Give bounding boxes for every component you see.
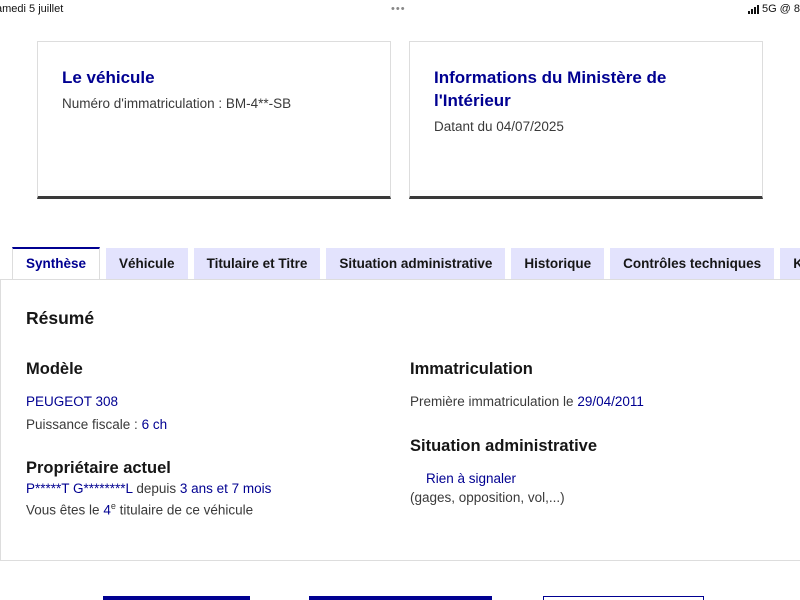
situation-detail: (gages, opposition, vol,...) [410,490,565,505]
status-extra: @ 8 [779,3,800,15]
tab-historique[interactable]: Historique [511,248,605,280]
situation-status: Rien à signaler [426,471,517,486]
ministry-date: Datant du 04/07/2025 [434,119,564,134]
owner-since-value: 3 ans et 7 mois [179,481,272,496]
fiscal-power-label: Puissance fiscale : [26,417,142,432]
titulaire-suffix: titulaire de ce véhicule [115,502,254,518]
titulaire-line: Vous êtes le 4e titulaire de ce véhicule [26,501,253,518]
owner-heading: Propriétaire actuel [26,459,171,477]
resume-heading: Résumé [26,308,95,328]
tab-vehicule[interactable]: Véhicule [106,248,188,280]
titulaire-prefix: Vous êtes le [26,502,104,518]
owner-line: P*****T G********L depuis 3 ans et 7 moi… [26,481,271,496]
bottom-secondary-button[interactable] [543,596,704,600]
bottom-primary-button-1[interactable] [103,596,250,600]
first-registration-label: Première immatriculation le [410,394,578,409]
model-name: PEUGEOT 308 [26,394,119,409]
fiscal-power: Puissance fiscale : 6 ch [26,417,167,432]
synthese-panel: Résumé Modèle PEUGEOT 308 Puissance fisc… [0,279,800,561]
ministry-title-line1: Informations du Ministère de [434,68,667,87]
owner-name: P*****T G********L [26,481,133,496]
signal-strength-icon [747,4,759,14]
owner-since-label: depuis [132,481,180,496]
ministry-title-line2: l'Intérieur [434,91,511,110]
situation-heading: Situation administrative [410,437,598,455]
fiscal-power-value: 6 ch [141,417,168,432]
registration-number: Numéro d'immatriculation : BM-4**-SB [62,96,292,111]
tab-situation-administrative[interactable]: Situation administrative [326,248,506,280]
bottom-primary-button-2[interactable] [309,596,492,600]
tab-list: Synthèse Véhicule Titulaire et Titre Sit… [12,247,800,280]
titulaire-rank: 4 [103,502,111,518]
status-date: amedi 5 juillet [0,3,64,15]
ministry-card-title: Informations du Ministère de l'Intérieur [434,66,738,112]
tab-synthese[interactable]: Synthèse [12,247,101,280]
vehicle-card-title: Le véhicule [62,68,155,87]
tab-controles-techniques[interactable]: Contrôles techniques [610,248,775,280]
modele-heading: Modèle [26,360,83,378]
first-registration-date: 29/04/2011 [577,394,644,409]
ministry-card: Informations du Ministère de l'Intérieur… [409,41,763,199]
tab-kilometrage[interactable]: Kilo [780,248,800,280]
status-indicators: 5G @ 8 [747,3,800,15]
tab-titulaire-et-titre[interactable]: Titulaire et Titre [193,248,321,280]
immatriculation-heading: Immatriculation [410,360,533,378]
multitasking-dots-icon[interactable]: ••• [391,3,406,15]
first-registration: Première immatriculation le 29/04/2011 [410,394,644,409]
network-label: 5G [761,3,777,15]
vehicle-card: Le véhicule Numéro d'immatriculation : B… [37,41,391,199]
status-bar: amedi 5 juillet ••• 5G @ 8 [0,0,800,20]
